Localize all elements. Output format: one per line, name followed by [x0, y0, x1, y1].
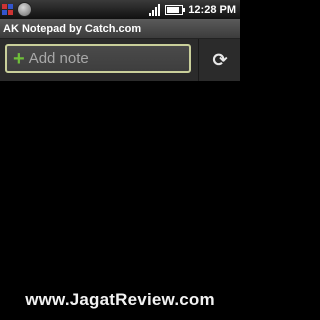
add-note-button[interactable]: + Add note [5, 44, 191, 73]
status-right: 12:28 PM [149, 0, 236, 19]
android-icon [17, 2, 32, 17]
add-note-label: Add note [28, 50, 89, 67]
watermark: www.JagatReview.com [25, 290, 215, 309]
status-time: 12:28 PM [188, 3, 236, 16]
status-left-icons [2, 1, 32, 18]
signal-icon [149, 3, 161, 16]
battery-icon [165, 4, 186, 15]
notification-icon [2, 3, 14, 16]
app-title: AK Notepad by Catch.com [0, 19, 240, 39]
sync-button[interactable]: ⟳ [198, 39, 241, 81]
plus-icon: + [13, 47, 25, 70]
sync-icon: ⟳ [212, 49, 228, 70]
status-bar: 12:28 PM [0, 0, 240, 19]
notes-list [0, 81, 240, 320]
toolbar: + Add note ⟳ [0, 39, 240, 81]
